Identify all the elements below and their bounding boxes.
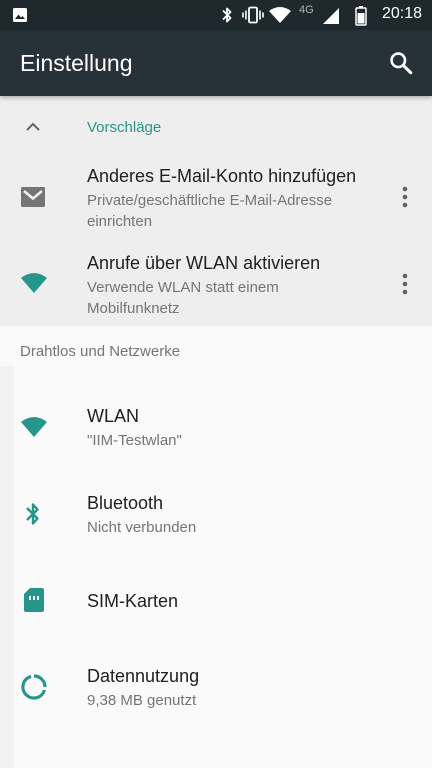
suggestion-item-subtitle: Private/geschäftliche E-Mail-Adresse ein… [87, 192, 333, 230]
settings-item-title: SIM-Karten [87, 591, 179, 611]
cellular-icon [323, 8, 339, 24]
left-margin-strip [0, 366, 14, 768]
wifi-icon [21, 417, 47, 437]
email-icon [21, 187, 45, 207]
chevron-up-icon[interactable] [24, 118, 42, 136]
network-type-label: 4G [299, 4, 314, 16]
bluetooth-icon [222, 7, 232, 23]
bluetooth-icon [26, 503, 39, 525]
sim-card-icon [24, 588, 44, 612]
status-time: 20:18 [381, 5, 422, 22]
settings-item-title: Datennutzung [87, 666, 200, 686]
page-title: Einstellung [20, 50, 133, 76]
suggestion-item-subtitle: Verwende WLAN statt einem Mobilfunknetz [87, 279, 279, 317]
suggestion-item-title: Anderes E-Mail-Konto hinzufügen [87, 166, 357, 186]
app-bar: Einstellung [0, 30, 432, 96]
category-header-wireless: Drahtlos und Netzwerke [20, 343, 181, 360]
more-options-icon[interactable] [396, 185, 414, 209]
wifi-icon [21, 273, 47, 293]
settings-item-subtitle: 9,38 MB genutzt [87, 692, 197, 709]
more-options-icon[interactable] [396, 272, 414, 296]
status-bar: 4G 20:18 [0, 0, 432, 30]
suggestions-header: Vorschläge [87, 119, 162, 136]
settings-item-title: Bluetooth [87, 493, 164, 513]
settings-item-title: WLAN [87, 406, 140, 426]
image-icon [13, 8, 27, 22]
vibrate-icon [242, 6, 264, 24]
suggestion-item-title: Anrufe über WLAN aktivieren [87, 253, 321, 273]
data-usage-icon [21, 674, 47, 700]
wifi-icon [269, 7, 291, 23]
battery-icon [355, 6, 367, 26]
settings-item-subtitle: "IIM-Testwlan" [87, 432, 182, 449]
settings-item-subtitle: Nicht verbunden [87, 519, 197, 536]
search-icon[interactable] [388, 50, 414, 76]
